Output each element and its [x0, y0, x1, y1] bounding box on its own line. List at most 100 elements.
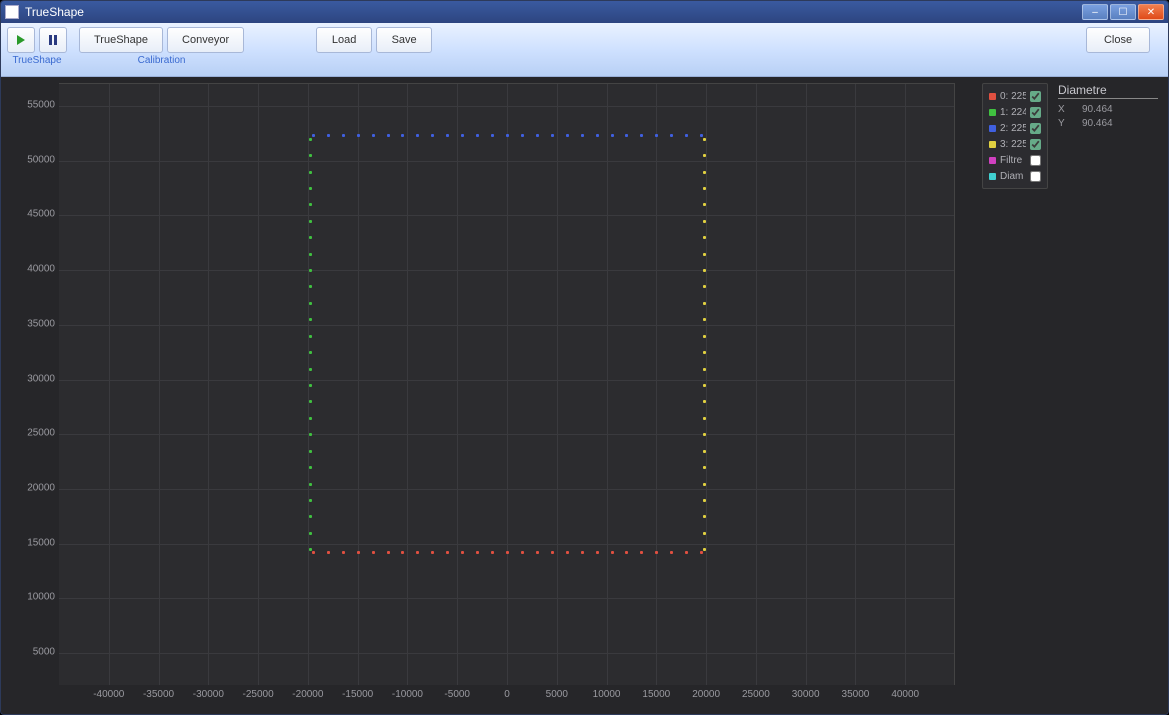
- data-point: [611, 551, 614, 554]
- data-point: [551, 134, 554, 137]
- legend-label: Diam: [1000, 171, 1026, 182]
- plot-canvas[interactable]: [59, 83, 955, 685]
- legend-item-0[interactable]: 0: 2252: [989, 88, 1041, 104]
- load-button[interactable]: Load: [316, 27, 372, 53]
- y-tick-label: 55000: [11, 99, 55, 110]
- data-point: [581, 551, 584, 554]
- data-point: [401, 134, 404, 137]
- side-panel: 0: 2252 1: 22492: 2250 3: 2255 Filtre Diam D…: [982, 83, 1160, 189]
- data-point: [416, 134, 419, 137]
- legend-label: 3: 2255: [1000, 139, 1026, 150]
- data-point: [566, 134, 569, 137]
- y-tick-label: 45000: [11, 209, 55, 220]
- data-point: [357, 134, 360, 137]
- data-point: [309, 368, 312, 371]
- y-tick-label: 30000: [11, 373, 55, 384]
- data-point: [309, 450, 312, 453]
- data-point: [309, 253, 312, 256]
- legend-checkbox[interactable]: [1030, 91, 1041, 102]
- diametre-y-label: Y: [1058, 117, 1082, 131]
- maximize-button[interactable]: ☐: [1110, 4, 1136, 20]
- data-point: [491, 134, 494, 137]
- data-point: [309, 269, 312, 272]
- data-point: [309, 466, 312, 469]
- data-point: [703, 269, 706, 272]
- legend-item-2[interactable]: 2: 2250: [989, 120, 1041, 136]
- pause-button[interactable]: [39, 27, 67, 53]
- data-point: [703, 187, 706, 190]
- legend-item-1[interactable]: 1: 2249: [989, 104, 1041, 120]
- data-point: [446, 551, 449, 554]
- ribbon-toolbar: TrueShape TrueShape Conveyor Calibration…: [1, 23, 1168, 77]
- diametre-x-label: X: [1058, 103, 1082, 117]
- data-point: [703, 154, 706, 157]
- x-tick-label: -20000: [288, 689, 328, 700]
- data-point: [506, 134, 509, 137]
- x-tick-label: 40000: [885, 689, 925, 700]
- x-tick-label: 30000: [786, 689, 826, 700]
- data-point: [703, 171, 706, 174]
- legend-swatch-icon: [989, 109, 996, 116]
- play-button[interactable]: [7, 27, 35, 53]
- data-point: [309, 187, 312, 190]
- legend-item-3[interactable]: 3: 2255: [989, 136, 1041, 152]
- data-point: [703, 450, 706, 453]
- conveyor-button[interactable]: Conveyor: [167, 27, 244, 53]
- group-label-trueshape: TrueShape: [12, 55, 61, 67]
- data-point: [625, 551, 628, 554]
- app-icon: [5, 5, 19, 19]
- data-point: [703, 532, 706, 535]
- x-tick-label: 35000: [835, 689, 875, 700]
- y-tick-label: 10000: [11, 592, 55, 603]
- group-label-calibration: Calibration: [138, 55, 186, 67]
- data-point: [309, 483, 312, 486]
- legend-box: 0: 2252 1: 22492: 2250 3: 2255 Filtre Diam: [982, 83, 1048, 189]
- legend-item-4[interactable]: Filtre: [989, 152, 1041, 168]
- data-point: [655, 134, 658, 137]
- data-point: [461, 551, 464, 554]
- legend-label: 0: 2252: [1000, 91, 1026, 102]
- data-point: [685, 134, 688, 137]
- data-point: [309, 171, 312, 174]
- legend-checkbox[interactable]: [1030, 123, 1041, 134]
- legend-swatch-icon: [989, 141, 996, 148]
- trueshape-button[interactable]: TrueShape: [79, 27, 163, 53]
- legend-checkbox[interactable]: [1030, 107, 1041, 118]
- y-tick-label: 15000: [11, 537, 55, 548]
- data-point: [596, 551, 599, 554]
- legend-item-5[interactable]: Diam: [989, 168, 1041, 184]
- data-point: [703, 384, 706, 387]
- data-point: [703, 335, 706, 338]
- plot-area[interactable]: -40000-35000-30000-25000-20000-15000-100…: [11, 83, 963, 711]
- close-button[interactable]: Close: [1086, 27, 1150, 53]
- data-point: [703, 351, 706, 354]
- y-tick-label: 25000: [11, 428, 55, 439]
- data-point: [309, 548, 312, 551]
- save-button[interactable]: Save: [376, 27, 432, 53]
- legend-checkbox[interactable]: [1030, 171, 1041, 182]
- data-point: [491, 551, 494, 554]
- data-point: [416, 551, 419, 554]
- data-point: [670, 134, 673, 137]
- diametre-y-value: 90.464: [1082, 117, 1113, 131]
- data-point: [327, 551, 330, 554]
- minimize-button[interactable]: –: [1082, 4, 1108, 20]
- group-calibration: TrueShape Conveyor Calibration: [79, 27, 244, 67]
- legend-swatch-icon: [989, 125, 996, 132]
- data-point: [327, 134, 330, 137]
- legend-checkbox[interactable]: [1030, 139, 1041, 150]
- x-tick-label: -5000: [437, 689, 477, 700]
- x-tick-label: -10000: [387, 689, 427, 700]
- legend-checkbox[interactable]: [1030, 155, 1041, 166]
- data-point: [387, 134, 390, 137]
- data-point: [312, 551, 315, 554]
- window-title: TrueShape: [25, 5, 84, 19]
- window-close-button[interactable]: ✕: [1138, 4, 1164, 20]
- titlebar[interactable]: TrueShape – ☐ ✕: [1, 1, 1168, 23]
- data-point: [703, 302, 706, 305]
- data-point: [700, 134, 703, 137]
- y-tick-label: 20000: [11, 482, 55, 493]
- data-point: [446, 134, 449, 137]
- data-point: [401, 551, 404, 554]
- data-point: [703, 466, 706, 469]
